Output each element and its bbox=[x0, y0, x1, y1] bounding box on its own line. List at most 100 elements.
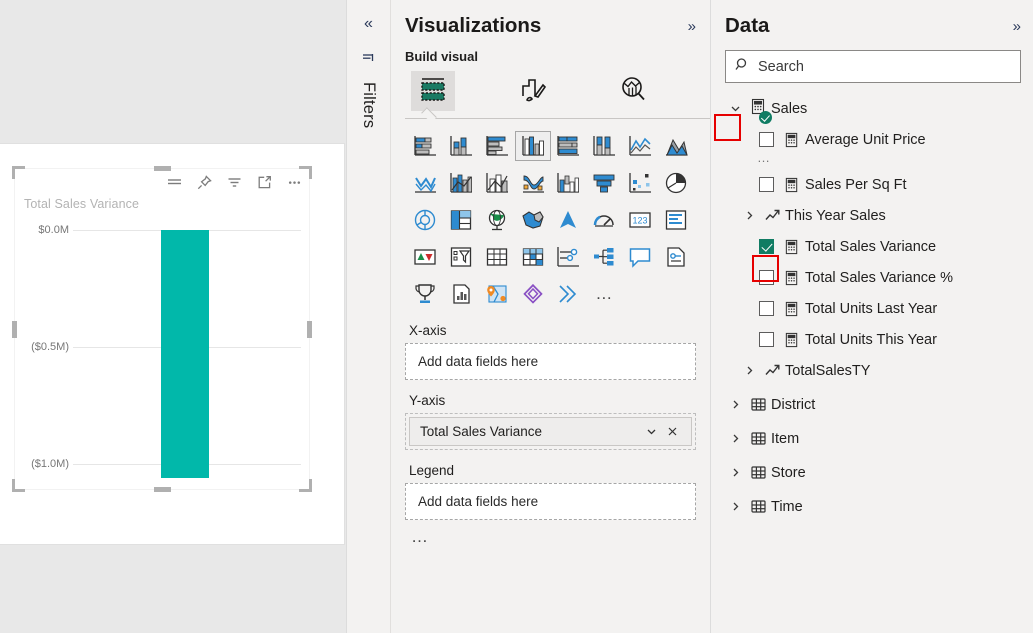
viz-waterfall-chart[interactable] bbox=[551, 168, 587, 198]
filter-icon bbox=[361, 52, 376, 72]
dropzone-y-axis[interactable]: Total Sales Variance bbox=[405, 413, 696, 450]
viz-card-visual[interactable]: 123 bbox=[622, 205, 658, 235]
bar-total-sales-variance[interactable] bbox=[161, 230, 209, 478]
more-wells-button[interactable]: … bbox=[411, 533, 696, 541]
viz-clustered-bar-chart[interactable] bbox=[479, 131, 515, 161]
viz-table-visual[interactable] bbox=[479, 242, 515, 272]
viz-r-script-visual[interactable] bbox=[551, 242, 587, 272]
viz-pie-chart[interactable] bbox=[658, 168, 694, 198]
tree-node-label: Store bbox=[771, 465, 806, 481]
chevron-down-icon[interactable] bbox=[641, 426, 662, 437]
tab-analytics[interactable] bbox=[611, 71, 655, 111]
viz-key-influencers-visual[interactable] bbox=[407, 279, 443, 309]
viz-funnel-chart[interactable] bbox=[586, 168, 622, 198]
tree-node-total-sales-variance[interactable]: Total Sales Variance bbox=[725, 231, 1021, 262]
field-checkbox[interactable] bbox=[753, 301, 779, 316]
pin-icon[interactable] bbox=[196, 174, 213, 191]
resize-handle-top-right[interactable] bbox=[299, 166, 312, 179]
tree-node-total-units-last-year[interactable]: Total Units Last Year bbox=[725, 293, 1021, 324]
tree-node-sales-per-sq-ft[interactable]: Sales Per Sq Ft bbox=[725, 169, 1021, 200]
viz-ribbon-chart[interactable] bbox=[515, 168, 551, 198]
chevron-right-icon[interactable] bbox=[725, 432, 745, 445]
viz-clustered-column-chart[interactable] bbox=[515, 131, 551, 161]
chevron-right-icon[interactable] bbox=[739, 209, 759, 222]
viz-stacked-area-chart[interactable] bbox=[407, 168, 443, 198]
resize-handle-bottom-left[interactable] bbox=[12, 479, 25, 492]
filters-collapsed-rail[interactable]: « Filters bbox=[347, 0, 391, 633]
field-checkbox[interactable] bbox=[753, 132, 779, 147]
dropzone-legend[interactable]: Add data fields here bbox=[405, 483, 696, 520]
field-pill-total-sales-variance[interactable]: Total Sales Variance bbox=[409, 417, 692, 446]
tree-node-total-sales-variance-percent[interactable]: Total Sales Variance % bbox=[725, 262, 1021, 293]
viz-line-and-stacked-column-chart[interactable] bbox=[443, 168, 479, 198]
viz-scatter-chart[interactable] bbox=[622, 168, 658, 198]
tree-node-store[interactable]: Store bbox=[725, 457, 1021, 488]
viz-treemap-chart[interactable] bbox=[443, 205, 479, 235]
viz-multi-row-card-visual[interactable] bbox=[658, 205, 694, 235]
tree-node-totalsalesty[interactable]: TotalSalesTY bbox=[725, 355, 1021, 386]
viz-kpi-visual[interactable] bbox=[407, 242, 443, 272]
viz-qna-visual[interactable] bbox=[622, 242, 658, 272]
viz-slicer-visual[interactable] bbox=[443, 242, 479, 272]
tree-node-sales[interactable]: Sales bbox=[725, 93, 1021, 124]
tab-build-visual[interactable] bbox=[411, 71, 455, 111]
filters-collapse-chevron-icon[interactable]: « bbox=[364, 16, 373, 32]
resize-handle-bottom[interactable] bbox=[154, 487, 171, 492]
tree-node-district[interactable]: District bbox=[725, 389, 1021, 420]
visual-header-toolbar[interactable] bbox=[166, 174, 303, 191]
viz-area-chart[interactable] bbox=[658, 131, 694, 161]
viz-decomposition-tree-visual[interactable] bbox=[586, 242, 622, 272]
column-chart-visual[interactable]: Total Sales Variance $0.0M ($0.5M) ($1.0… bbox=[14, 168, 310, 490]
resize-handle-bottom-right[interactable] bbox=[299, 479, 312, 492]
field-checkbox[interactable] bbox=[753, 177, 779, 192]
viz-azure-map-visual[interactable] bbox=[551, 205, 587, 235]
viz-stacked-bar-chart[interactable] bbox=[407, 131, 443, 161]
chevron-down-icon[interactable] bbox=[725, 102, 745, 115]
chevron-right-icon[interactable] bbox=[739, 364, 759, 377]
viz-line-and-clustered-column-chart[interactable] bbox=[479, 168, 515, 198]
viz-filled-map-visual[interactable] bbox=[515, 205, 551, 235]
focus-mode-icon[interactable] bbox=[256, 174, 273, 191]
tab-format-visual[interactable] bbox=[511, 71, 555, 111]
chevron-right-icon[interactable] bbox=[725, 500, 745, 513]
viz-map-visual[interactable] bbox=[479, 205, 515, 235]
chevron-right-icon[interactable] bbox=[725, 398, 745, 411]
viz-hundred-percent-stacked-bar-chart[interactable] bbox=[551, 131, 587, 161]
dropzone-x-axis[interactable]: Add data fields here bbox=[405, 343, 696, 380]
visualizations-expand-chevron-icon[interactable]: » bbox=[688, 18, 696, 35]
chevron-right-icon[interactable] bbox=[725, 466, 745, 479]
viz-gauge-visual[interactable] bbox=[586, 205, 622, 235]
viz-stacked-column-chart[interactable] bbox=[443, 131, 479, 161]
field-checkbox[interactable] bbox=[753, 239, 779, 254]
viz-power-automate-visual[interactable] bbox=[551, 279, 587, 309]
tree-node-time[interactable]: Time bbox=[725, 491, 1021, 522]
tree-node-label: Item bbox=[771, 431, 799, 447]
data-search-input[interactable] bbox=[758, 59, 1011, 75]
resize-handle-top[interactable] bbox=[154, 166, 171, 171]
viz-arcgis-map-visual[interactable] bbox=[479, 279, 515, 309]
visual-container-total-sales-variance[interactable]: Total Sales Variance $0.0M ($0.5M) ($1.0… bbox=[14, 168, 310, 490]
data-pane-expand-chevron-icon[interactable]: » bbox=[1013, 18, 1021, 35]
remove-field-icon[interactable] bbox=[662, 426, 683, 437]
tree-node-item[interactable]: Item bbox=[725, 423, 1021, 454]
resize-handle-left[interactable] bbox=[12, 321, 17, 338]
field-pill-label: Total Sales Variance bbox=[420, 424, 641, 439]
viz-line-chart[interactable] bbox=[622, 131, 658, 161]
field-checkbox[interactable] bbox=[753, 270, 779, 285]
viz-hundred-percent-stacked-column-chart[interactable] bbox=[586, 131, 622, 161]
tree-node-total-units-this-year[interactable]: Total Units This Year bbox=[725, 324, 1021, 355]
data-search-box[interactable] bbox=[725, 50, 1021, 83]
tree-node-this-year-sales[interactable]: This Year Sales bbox=[725, 200, 1021, 231]
viz-more-visuals[interactable]: … bbox=[586, 279, 622, 309]
viz-matrix-visual[interactable] bbox=[515, 242, 551, 272]
viz-power-apps-visual[interactable] bbox=[515, 279, 551, 309]
filter-icon[interactable] bbox=[226, 174, 243, 191]
drill-table-icon[interactable] bbox=[166, 174, 183, 191]
viz-donut-chart[interactable] bbox=[407, 205, 443, 235]
field-checkbox[interactable] bbox=[753, 332, 779, 347]
viz-smart-narrative-visual[interactable] bbox=[658, 242, 694, 272]
filters-pane-label[interactable]: Filters bbox=[359, 82, 378, 128]
resize-handle-right[interactable] bbox=[307, 321, 312, 338]
viz-paginated-report-visual[interactable] bbox=[443, 279, 479, 309]
resize-handle-top-left[interactable] bbox=[12, 166, 25, 179]
